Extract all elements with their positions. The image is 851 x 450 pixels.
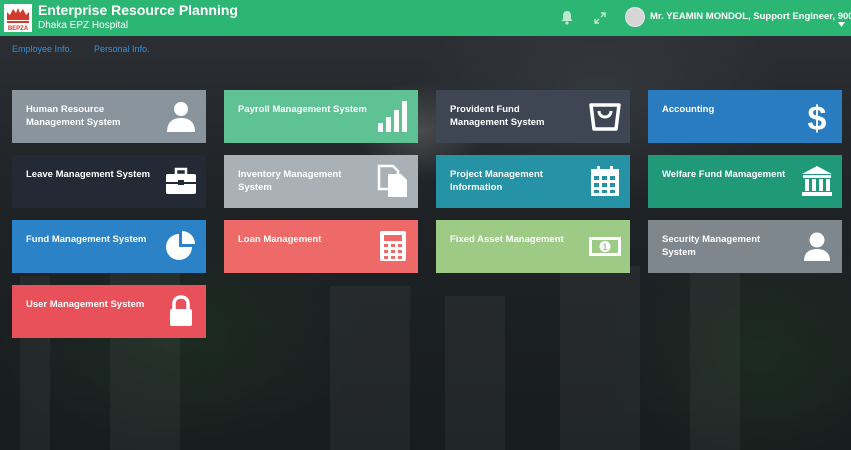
tile-label: Fixed Asset Management <box>450 234 564 245</box>
calendar-icon <box>588 164 622 198</box>
tile-user-management[interactable]: User Management System <box>12 285 206 338</box>
tile-label: Provident Fund Management System <box>450 104 545 128</box>
nav-employee-info[interactable]: Employee Info. <box>12 44 72 54</box>
tile-label: Security Management System <box>662 234 761 258</box>
logo-icon: BEPZA <box>4 4 32 32</box>
tile-label: Fund Management System <box>26 234 147 245</box>
user-menu-label[interactable]: Mr. YEAMIN MONDOL, Support Engineer, 900… <box>650 11 851 22</box>
tile-fund-management[interactable]: Fund Management System <box>12 220 206 273</box>
tile-label: Welfare Fund Mamagement <box>662 169 786 180</box>
expand-icon[interactable] <box>594 11 606 24</box>
user-icon <box>164 99 198 133</box>
documents-icon <box>376 164 410 198</box>
chevron-down-icon[interactable] <box>838 14 845 27</box>
tile-security-management[interactable]: Security Management System <box>648 220 842 273</box>
dollar-icon: $ <box>800 99 834 133</box>
banknote-icon: 1 <box>588 229 622 263</box>
top-header: BEPZA Enterprise Resource Planning Dhaka… <box>0 0 851 36</box>
tile-human-resource[interactable]: Human Resource Management System <box>12 90 206 143</box>
tile-label: Accounting <box>662 104 715 115</box>
tile-label: User Management System <box>26 299 145 310</box>
tile-inventory[interactable]: Inventory Management System <box>224 155 418 208</box>
briefcase-icon <box>164 164 198 198</box>
pie-chart-icon <box>164 229 198 263</box>
app-subtitle: Dhaka EPZ Hospital <box>38 20 129 31</box>
logo-text: BEPZA <box>8 26 29 32</box>
tile-label: Project Management Information <box>450 169 543 193</box>
tile-label: Loan Management <box>238 234 322 245</box>
calculator-icon <box>376 229 410 263</box>
bell-icon[interactable] <box>560 10 574 25</box>
tile-accounting[interactable]: Accounting $ <box>648 90 842 143</box>
tile-loan-management[interactable]: Loan Management <box>224 220 418 273</box>
tile-fixed-asset[interactable]: Fixed Asset Management 1 <box>436 220 630 273</box>
lock-icon <box>164 294 198 328</box>
avatar[interactable] <box>625 7 645 27</box>
tile-payroll[interactable]: Payroll Management System <box>224 90 418 143</box>
tile-welfare-fund[interactable]: Welfare Fund Mamagement <box>648 155 842 208</box>
tile-label: Human Resource Management System <box>26 104 121 128</box>
tile-leave-management[interactable]: Leave Management System <box>12 155 206 208</box>
svg-text:1: 1 <box>602 242 607 252</box>
tile-provident-fund[interactable]: Provident Fund Management System <box>436 90 630 143</box>
bar-chart-icon <box>376 99 410 133</box>
bank-icon <box>800 164 834 198</box>
nav-personal-info[interactable]: Personal Info. <box>94 44 150 54</box>
svg-text:$: $ <box>808 100 827 133</box>
tile-label: Inventory Management System <box>238 169 342 193</box>
basket-icon <box>588 99 622 133</box>
tile-label: Leave Management System <box>26 169 151 180</box>
tile-project-management[interactable]: Project Management Information <box>436 155 630 208</box>
app-title: Enterprise Resource Planning <box>38 2 238 18</box>
tile-label: Payroll Management System <box>238 104 367 115</box>
user-circle-icon <box>800 229 834 263</box>
